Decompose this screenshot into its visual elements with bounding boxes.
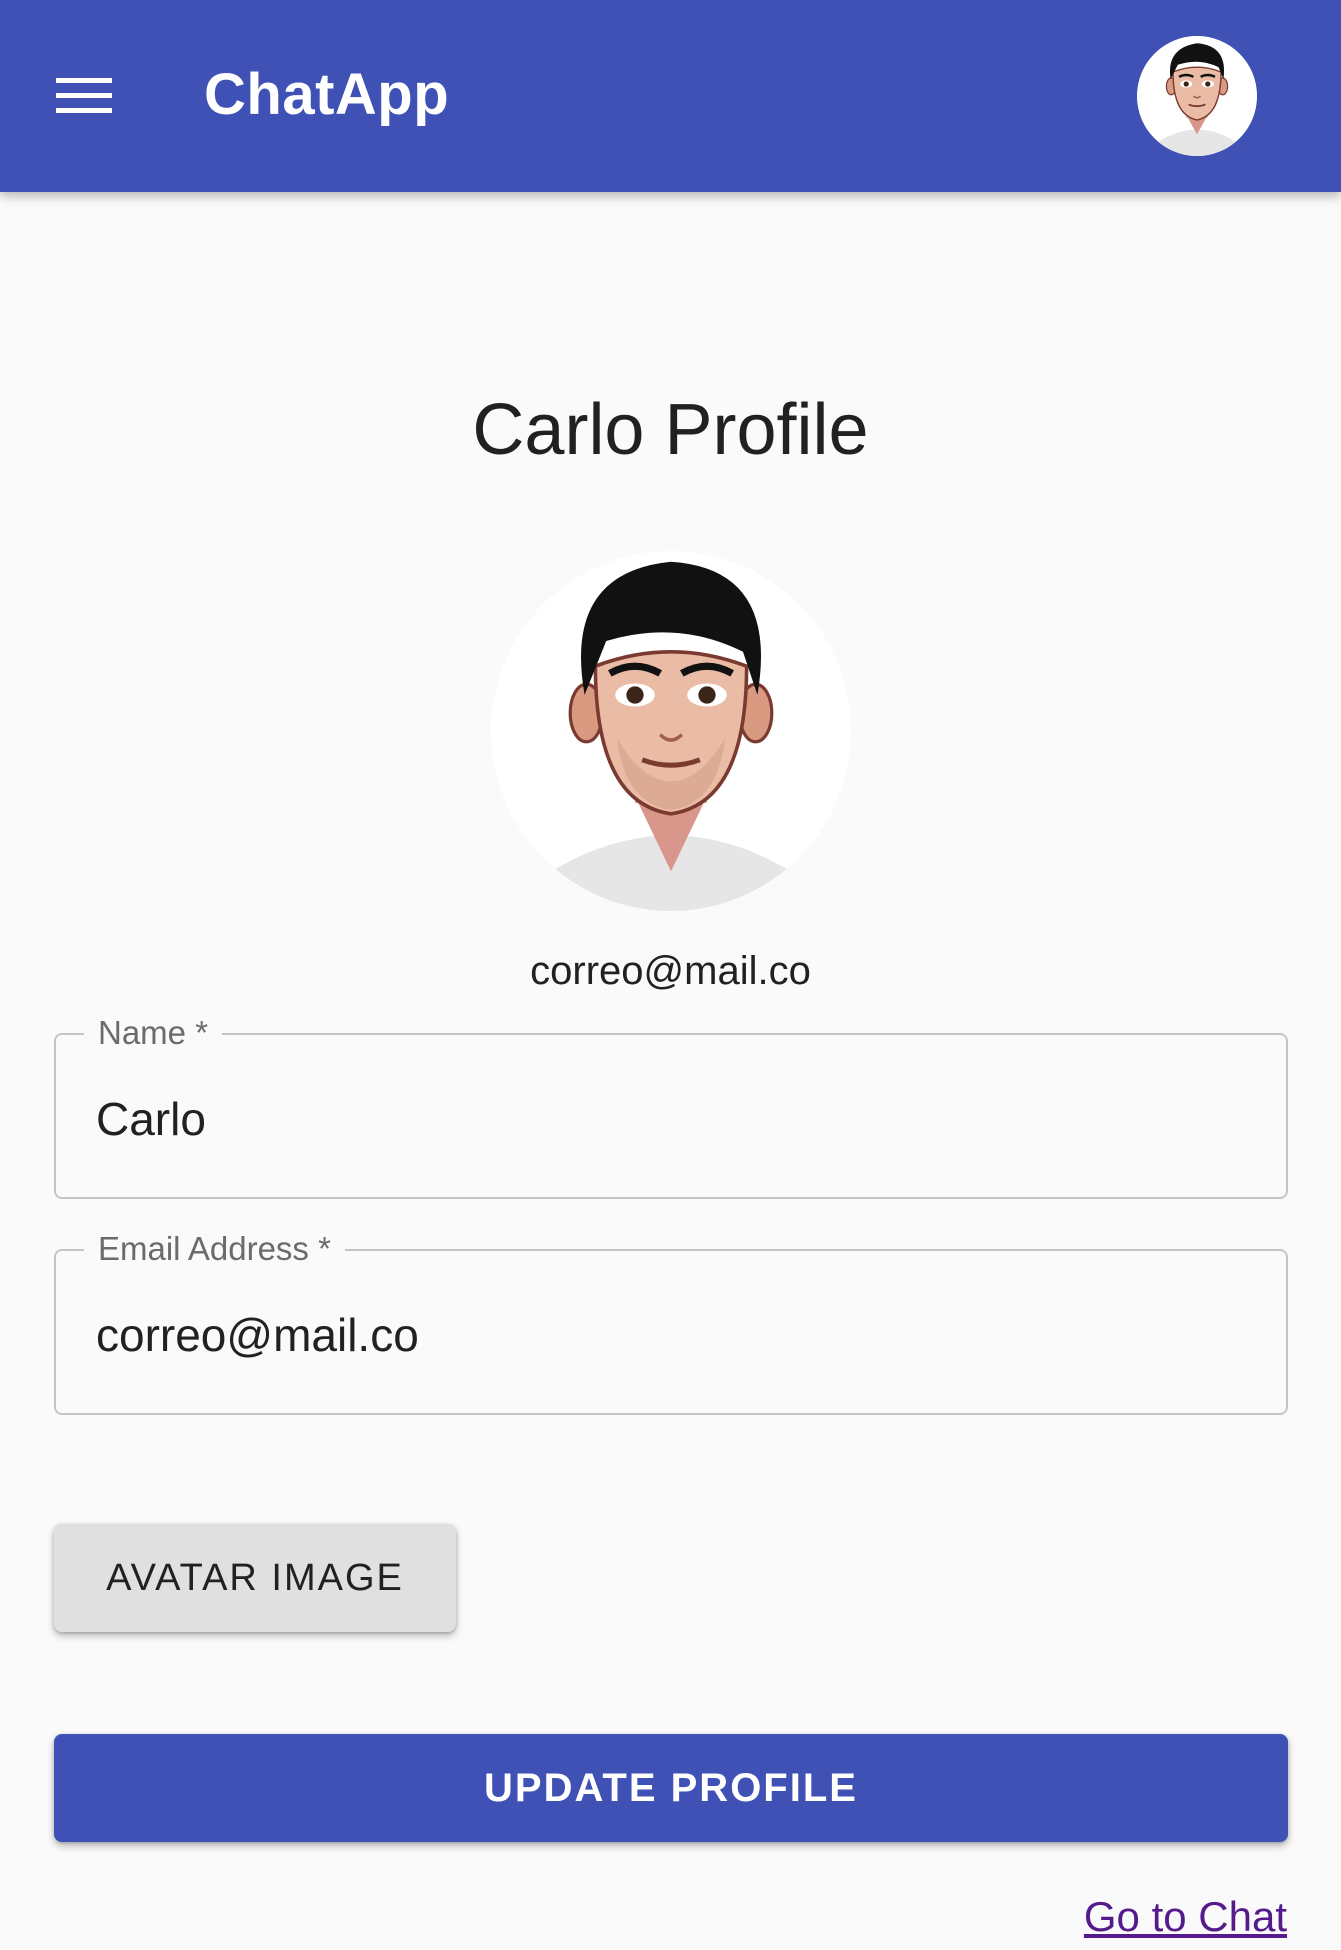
email-field: Email Address * xyxy=(54,1229,1288,1415)
email-input[interactable] xyxy=(96,1303,1236,1367)
account-avatar-button[interactable] xyxy=(1137,36,1257,156)
profile-email: correo@mail.co xyxy=(530,949,811,993)
user-avatar-icon xyxy=(1137,36,1257,156)
menu-button[interactable] xyxy=(40,56,128,136)
name-field: Name * xyxy=(54,1013,1288,1199)
go-to-chat-link[interactable]: Go to Chat xyxy=(1084,1892,1287,1942)
hamburger-menu-icon xyxy=(56,78,112,113)
name-field-label: Name * xyxy=(84,1013,223,1053)
email-field-label: Email Address * xyxy=(84,1229,345,1269)
app-bar: ChatApp xyxy=(0,0,1341,192)
cartoon-man-avatar-icon xyxy=(491,551,851,911)
name-input[interactable] xyxy=(96,1087,1236,1151)
profile-title: Carlo Profile xyxy=(472,390,869,470)
profile-avatar xyxy=(491,551,851,911)
update-profile-button[interactable]: UPDATE PROFILE xyxy=(54,1734,1288,1842)
avatar-image-button[interactable]: AVATAR IMAGE xyxy=(54,1524,456,1632)
app-title: ChatApp xyxy=(204,62,450,127)
